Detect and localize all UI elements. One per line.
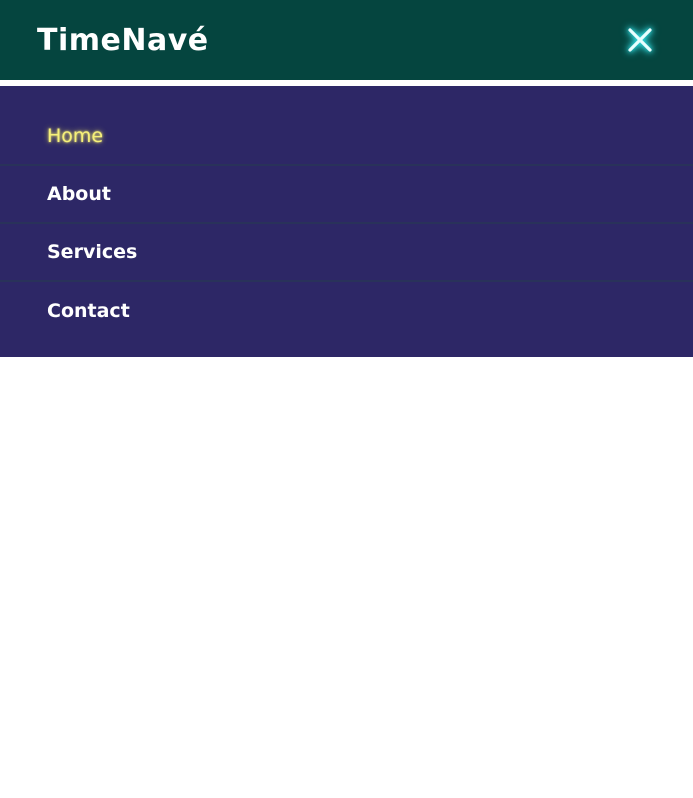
nav-item-label: Home bbox=[47, 125, 104, 147]
close-icon bbox=[628, 28, 652, 52]
nav-item-label: About bbox=[47, 183, 111, 205]
nav-item-about[interactable]: About bbox=[0, 166, 693, 224]
nav-item-label: Services bbox=[47, 241, 138, 263]
nav-menu: Home About Services Contact bbox=[0, 86, 693, 357]
top-bar: TimeNavé bbox=[0, 0, 693, 80]
nav-item-services[interactable]: Services bbox=[0, 224, 693, 282]
nav-item-contact[interactable]: Contact bbox=[0, 282, 693, 340]
nav-item-home[interactable]: Home bbox=[0, 108, 693, 166]
brand-logo-text[interactable]: TimeNavé bbox=[37, 23, 209, 58]
close-menu-button[interactable] bbox=[625, 25, 655, 55]
nav-item-label: Contact bbox=[47, 300, 130, 322]
